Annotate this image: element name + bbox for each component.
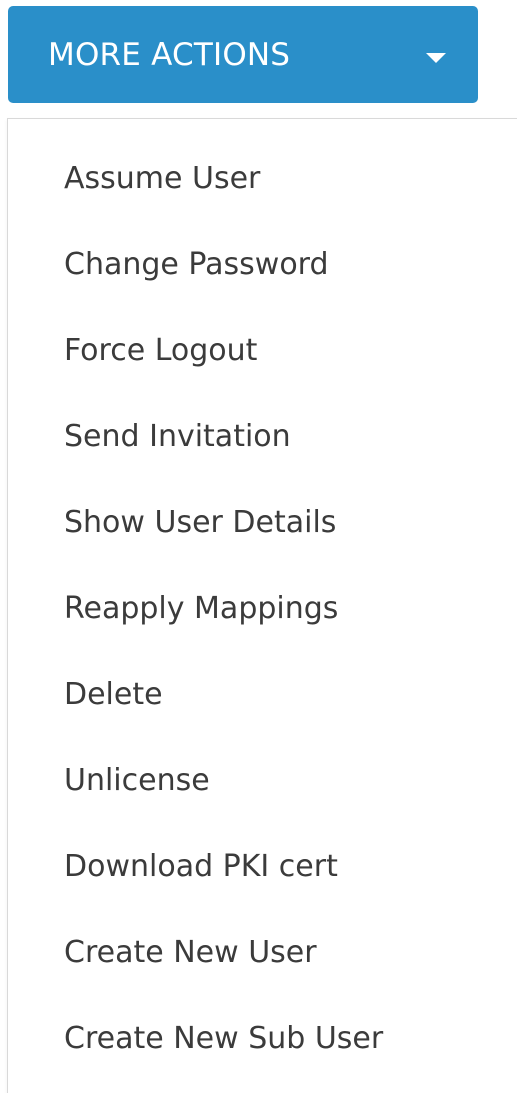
more-actions-button[interactable]: MORE ACTIONS [8,6,478,103]
menu-item-assume-user[interactable]: Assume User [8,135,517,221]
menu-item-unlicense[interactable]: Unlicense [8,737,517,823]
menu-item-delete[interactable]: Delete [8,651,517,737]
menu-list: Assume User Change Password Force Logout… [8,135,517,1081]
menu-item-show-user-details[interactable]: Show User Details [8,479,517,565]
menu-item-create-new-user[interactable]: Create New User [8,909,517,995]
menu-item-change-password[interactable]: Change Password [8,221,517,307]
caret-down-icon [426,53,446,63]
menu-item-download-pki-cert[interactable]: Download PKI cert [8,823,517,909]
more-actions-label: MORE ACTIONS [48,36,291,73]
menu-item-reapply-mappings[interactable]: Reapply Mappings [8,565,517,651]
menu-item-force-logout[interactable]: Force Logout [8,307,517,393]
more-actions-dropdown: Assume User Change Password Force Logout… [7,118,517,1093]
menu-item-create-new-sub-user[interactable]: Create New Sub User [8,995,517,1081]
menu-item-send-invitation[interactable]: Send Invitation [8,393,517,479]
